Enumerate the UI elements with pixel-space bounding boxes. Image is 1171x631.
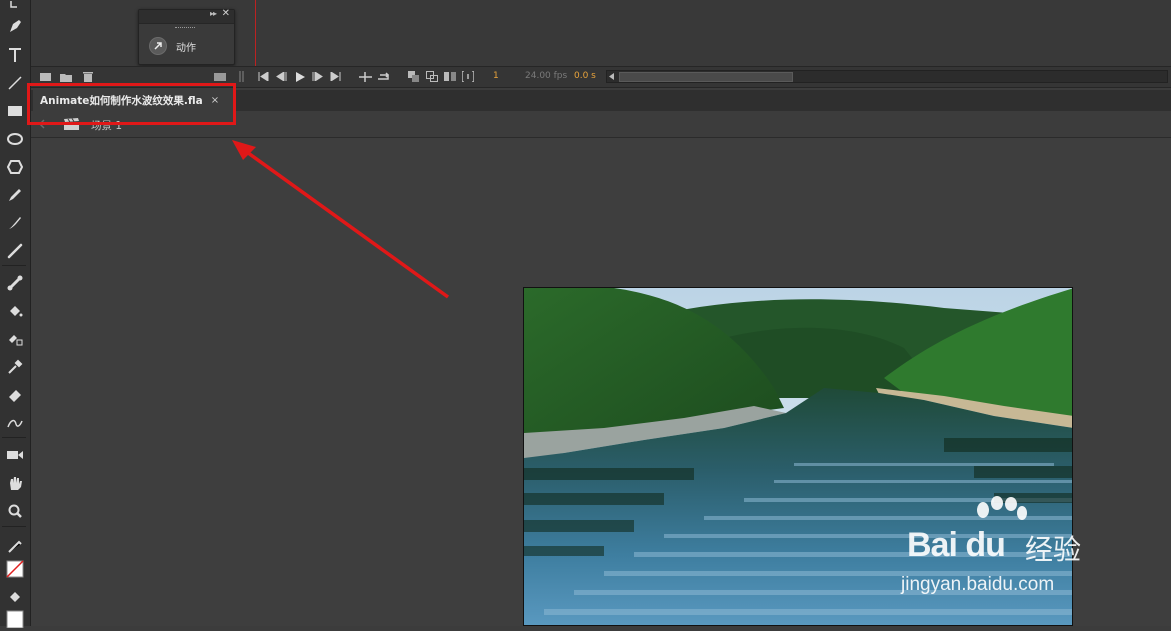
motion-label: 动作	[176, 42, 196, 54]
edit-multiple-frames-icon[interactable]	[443, 70, 456, 83]
previous-frame-icon[interactable]	[275, 70, 288, 83]
stroke-color-swatch[interactable]	[0, 557, 30, 581]
new-layer-icon[interactable]	[39, 70, 52, 83]
fill-color-swatch[interactable]	[0, 607, 30, 631]
current-frame[interactable]: 1	[493, 71, 499, 81]
popup-header[interactable]: ▸▸ ✕	[139, 8, 234, 24]
motion-button[interactable]: 动作	[149, 37, 196, 55]
play-icon[interactable]	[293, 70, 306, 83]
paint-bucket-tool-icon[interactable]	[0, 299, 30, 323]
next-frame-icon[interactable]	[311, 70, 324, 83]
paint-brush-tool-icon[interactable]	[0, 211, 30, 235]
width-tool-icon[interactable]	[0, 411, 30, 435]
center-frame-icon[interactable]	[213, 70, 226, 83]
eraser-tool-icon[interactable]	[0, 383, 30, 407]
stage-image[interactable]	[523, 287, 1073, 626]
motion-preset-icon	[149, 37, 167, 55]
loop-playback-icon[interactable]	[377, 70, 390, 83]
modify-onion-markers-icon[interactable]	[461, 70, 474, 83]
collapse-icon[interactable]: ▸▸	[210, 9, 217, 18]
camera-tool-icon[interactable]	[0, 443, 30, 467]
oval-tool-icon[interactable]	[0, 127, 30, 151]
loop-icon[interactable]	[359, 70, 372, 83]
river-photo	[524, 288, 1072, 625]
panel-divider-grip[interactable]	[235, 70, 248, 83]
highlight-box	[27, 83, 236, 125]
stroke-color-icon[interactable]	[0, 534, 30, 558]
drag-grip[interactable]	[175, 27, 195, 31]
new-folder-icon[interactable]	[59, 70, 72, 83]
fill-color-icon[interactable]	[0, 585, 30, 609]
elapsed-time[interactable]: 0.0 s	[574, 71, 596, 81]
motion-presets-popup: ▸▸ ✕ 动作	[138, 8, 235, 65]
onion-skin-outlines-icon[interactable]	[425, 70, 438, 83]
rectangle-tool-icon[interactable]	[0, 99, 30, 123]
pencil-tool-icon[interactable]	[0, 183, 30, 207]
hand-tool-icon[interactable]	[0, 471, 30, 495]
scroll-left-icon[interactable]	[609, 73, 615, 80]
playhead[interactable]	[255, 0, 256, 66]
zoom-tool-icon[interactable]	[0, 499, 30, 523]
scrollbar-thumb[interactable]	[619, 72, 793, 82]
last-frame-icon[interactable]	[329, 70, 342, 83]
onion-skin-icon[interactable]	[407, 70, 420, 83]
text-tool-icon[interactable]	[0, 43, 30, 67]
line-tool-icon[interactable]	[0, 71, 30, 95]
first-frame-icon[interactable]	[257, 70, 270, 83]
pen-tool-icon[interactable]	[0, 14, 30, 38]
ink-bottle-tool-icon[interactable]	[0, 327, 30, 351]
close-icon[interactable]: ✕	[222, 8, 230, 19]
frame-rate[interactable]: 24.00 fps	[525, 71, 567, 81]
eyedropper-tool-icon[interactable]	[0, 355, 30, 379]
subselection-tool-icon[interactable]	[0, 0, 30, 10]
polystar-tool-icon[interactable]	[0, 155, 30, 179]
bone-tool-icon[interactable]	[0, 271, 30, 295]
delete-layer-icon[interactable]	[81, 70, 94, 83]
timeline-scrollbar[interactable]	[606, 70, 1168, 83]
brush-tool-icon[interactable]	[0, 239, 30, 263]
